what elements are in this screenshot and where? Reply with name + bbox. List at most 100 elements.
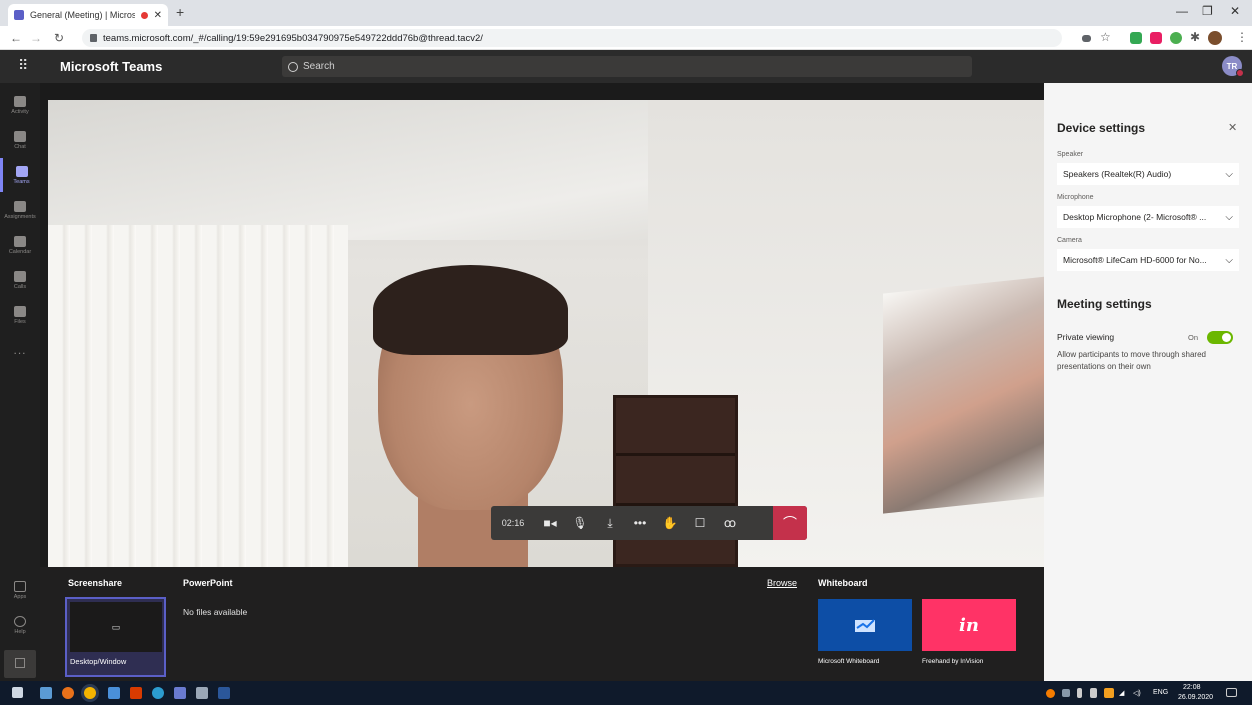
app-icon[interactable] — [196, 687, 208, 699]
chat-button[interactable]: ☐ — [685, 506, 715, 540]
camera-select[interactable]: Microsoft® LifeCam HD-6000 for No... ⌵ — [1057, 249, 1239, 271]
microphone-tray-icon[interactable] — [1077, 688, 1082, 698]
tab-title: General (Meeting) | Microsof — [30, 10, 135, 20]
firefox-icon[interactable] — [62, 687, 74, 699]
rail-item-teams[interactable]: Teams — [0, 158, 40, 192]
browser-tab[interactable]: General (Meeting) | Microsof ✕ — [8, 4, 168, 26]
search-input[interactable]: Search — [282, 56, 972, 77]
rail-item-assignments[interactable]: Assignments — [0, 193, 40, 227]
rail-item-help[interactable]: Help — [0, 608, 40, 642]
teams-favicon-icon — [14, 10, 24, 20]
clock-date[interactable]: 26.09.2020 — [1178, 694, 1213, 701]
whiteboard-icon — [855, 619, 875, 632]
address-bar[interactable]: teams.microsoft.com/_#/calling/19:59e291… — [82, 29, 1062, 47]
close-panel-icon[interactable]: ✕ — [1228, 121, 1237, 134]
volume-icon[interactable]: ◁) — [1133, 689, 1141, 697]
private-viewing-state: On — [1188, 333, 1199, 342]
freehand-invision-tile[interactable]: in — [922, 599, 1016, 651]
avatar[interactable]: TR — [1222, 56, 1244, 77]
toggle-knob — [1222, 333, 1231, 342]
more-icon: ••• — [633, 516, 647, 530]
camera-indicator-icon[interactable] — [1082, 35, 1091, 42]
whiteboard-heading: Whiteboard — [818, 578, 868, 588]
app-icon[interactable] — [174, 687, 186, 699]
microsoft-whiteboard-tile[interactable] — [818, 599, 912, 651]
rail-item-calendar[interactable]: Calendar — [0, 228, 40, 262]
save-app-icon[interactable] — [108, 687, 120, 699]
rail-item-chat[interactable]: Chat — [0, 123, 40, 157]
participants-button[interactable]: ꝏ — [715, 506, 745, 540]
edge-icon[interactable] — [152, 687, 164, 699]
browser-tab-strip: General (Meeting) | Microsof ✕ + — ❐ ✕ — [0, 0, 1252, 26]
browser-menu-icon[interactable]: ⋮ — [1236, 30, 1248, 44]
word-icon[interactable] — [218, 687, 230, 699]
chrome-icon[interactable] — [84, 687, 96, 699]
share-button[interactable]: ⤓ — [595, 506, 625, 540]
notifications-icon[interactable] — [1226, 688, 1237, 697]
browse-link[interactable]: Browse — [767, 578, 797, 588]
powerpoint-heading: PowerPoint — [183, 578, 233, 588]
new-tab-button[interactable]: + — [176, 4, 184, 20]
extension-icon[interactable] — [1150, 32, 1162, 44]
app-title: Microsoft Teams — [60, 59, 163, 74]
extensions-puzzle-icon[interactable]: ✱ — [1190, 30, 1200, 44]
language-indicator[interactable]: ENG — [1153, 689, 1168, 696]
back-icon[interactable]: ← — [10, 31, 22, 45]
recording-icon — [140, 11, 148, 19]
download-icon — [15, 658, 25, 668]
microphone-icon: 🎙 — [572, 516, 588, 530]
download-app-button[interactable] — [4, 650, 36, 678]
desktop-window-label: Desktop/Window — [70, 657, 127, 666]
hang-up-button[interactable]: ⌒ — [773, 506, 807, 540]
tray-app-icon[interactable] — [1046, 689, 1055, 698]
rail-item-calls[interactable]: Calls — [0, 263, 40, 297]
minimize-icon[interactable]: — — [1176, 4, 1188, 18]
mic-toggle-button[interactable]: 🎙 — [565, 506, 595, 540]
close-window-icon[interactable]: ✕ — [1230, 4, 1240, 18]
meeting-stage — [40, 83, 1044, 567]
assignments-icon — [14, 200, 26, 212]
participant-video — [48, 100, 1044, 567]
search-placeholder: Search — [303, 61, 335, 72]
file-explorer-icon[interactable] — [40, 687, 52, 699]
forward-icon[interactable]: → — [30, 31, 42, 45]
no-files-text: No files available — [183, 607, 248, 617]
raise-hand-button[interactable]: ✋ — [655, 506, 685, 540]
windows-start-icon[interactable] — [12, 687, 23, 698]
reload-icon[interactable]: ↻ — [54, 31, 64, 45]
rail-item-apps[interactable]: Apps — [0, 573, 40, 607]
microphone-select[interactable]: Desktop Microphone (2- Microsoft® ... ⌵ — [1057, 206, 1239, 228]
tray-app-icon[interactable] — [1104, 688, 1114, 698]
shield-extension-icon[interactable] — [1170, 32, 1182, 44]
lock-icon — [90, 34, 97, 42]
app-launcher-icon[interactable]: ⠿ — [18, 58, 32, 72]
close-tab-icon[interactable]: ✕ — [154, 10, 162, 21]
clock-time[interactable]: 22:08 — [1183, 684, 1201, 691]
rail-item-activity[interactable]: Activity — [0, 88, 40, 122]
rail-item-files[interactable]: Files — [0, 298, 40, 332]
hand-icon: ✋ — [662, 516, 678, 530]
presence-busy-icon — [1236, 69, 1244, 77]
app-icon[interactable] — [130, 687, 142, 699]
restore-icon[interactable]: ❐ — [1202, 4, 1213, 18]
wifi-icon[interactable]: ◢ — [1119, 689, 1124, 697]
speaker-select[interactable]: Speakers (Realtek(R) Audio) ⌵ — [1057, 163, 1239, 185]
more-apps-icon[interactable]: ... — [0, 343, 40, 357]
profile-icon[interactable] — [1208, 31, 1222, 45]
camera-toggle-button[interactable]: ■◂ — [535, 506, 565, 540]
battery-icon[interactable] — [1090, 688, 1097, 698]
extension-icon[interactable] — [1130, 32, 1142, 44]
video-camera-icon: ■◂ — [543, 516, 557, 530]
more-actions-button[interactable]: ••• — [625, 506, 655, 540]
phone-icon — [14, 270, 26, 282]
desktop-window-share-tile[interactable]: ▭ Desktop/Window — [65, 597, 166, 677]
monitor-icon: ▭ — [70, 602, 162, 652]
bell-icon — [14, 95, 26, 107]
chevron-down-icon: ⌵ — [1225, 211, 1233, 223]
bookmark-star-icon[interactable]: ☆ — [1100, 30, 1111, 44]
avatar-initials: TR — [1226, 61, 1238, 71]
private-viewing-toggle[interactable] — [1207, 331, 1233, 344]
calendar-icon — [14, 235, 26, 247]
tray-app-icon[interactable] — [1062, 689, 1070, 697]
private-viewing-description: Allow participants to move through share… — [1057, 350, 1206, 371]
